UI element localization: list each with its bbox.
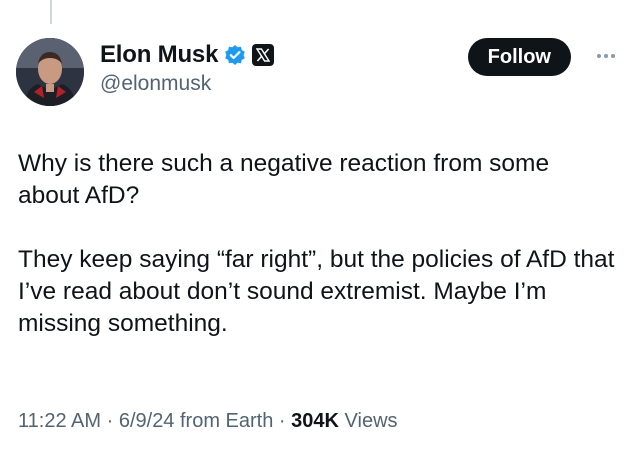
meta-separator: · xyxy=(106,410,114,432)
follow-button[interactable]: Follow xyxy=(467,38,571,76)
tweet-time[interactable]: 11:22 AM xyxy=(18,410,101,432)
avatar-image xyxy=(16,38,84,106)
thread-connector-line xyxy=(50,0,52,24)
more-horizontal-icon[interactable] xyxy=(591,46,621,66)
x-logo-icon xyxy=(252,44,275,66)
tweet-paragraph: They keep saying “far right”, but the po… xyxy=(18,246,615,337)
more-dot xyxy=(604,54,608,58)
tweet-paragraph: Why is there such a negative reaction fr… xyxy=(18,150,550,209)
views-label: Views xyxy=(344,410,398,432)
tweet-source: from Earth xyxy=(180,410,274,432)
verified-badge-icon xyxy=(224,44,246,66)
tweet-meta: 11:22 AM · 6/9/24 from Earth · 304K View… xyxy=(18,410,398,433)
avatar[interactable] xyxy=(16,38,84,106)
more-dot xyxy=(597,54,601,58)
views-count[interactable]: 304K xyxy=(291,410,339,432)
more-dot xyxy=(611,54,615,58)
meta-separator: · xyxy=(278,410,286,432)
author-name[interactable]: Elon Musk xyxy=(100,41,218,69)
tweet-date[interactable]: 6/9/24 xyxy=(119,410,175,432)
tweet-text: Why is there such a negative reaction fr… xyxy=(18,148,615,340)
